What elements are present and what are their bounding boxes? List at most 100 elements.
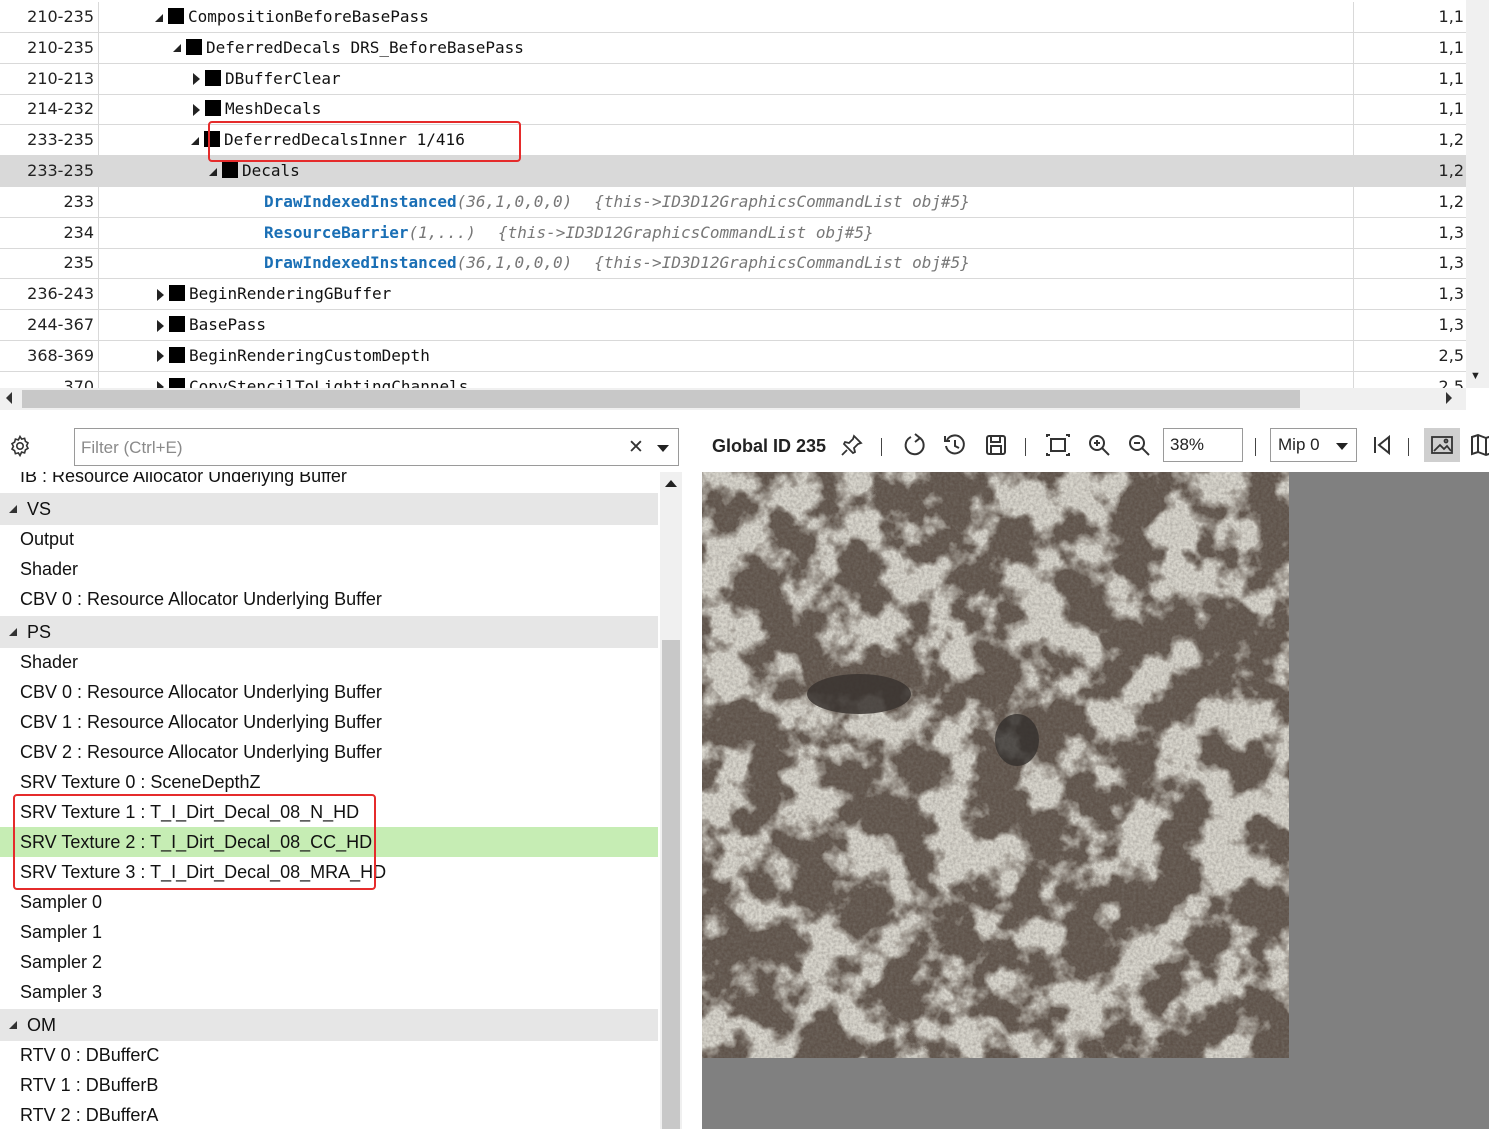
event-row[interactable]: 214-232 MeshDecals 1,1 bbox=[0, 94, 1466, 126]
gear-icon[interactable] bbox=[8, 434, 32, 458]
resource-item[interactable]: Sampler 0 bbox=[0, 887, 658, 917]
event-id: 214-232 bbox=[0, 94, 99, 125]
fit-icon[interactable] bbox=[1045, 432, 1071, 458]
resource-item[interactable]: SRV Texture 0 : SceneDepthZ bbox=[0, 767, 658, 797]
marker-color-icon bbox=[169, 346, 185, 363]
scroll-left-arrow-icon[interactable] bbox=[6, 392, 12, 404]
zoom-in-icon[interactable] bbox=[1086, 432, 1112, 458]
collapse-icon[interactable] bbox=[9, 628, 17, 636]
texture-dark-patch bbox=[995, 714, 1039, 766]
toolbar-separator bbox=[1255, 438, 1256, 456]
resource-group-header[interactable]: VS bbox=[0, 493, 658, 525]
texture-dark-patch bbox=[807, 674, 911, 714]
zoom-field[interactable]: 38% bbox=[1163, 428, 1243, 462]
event-row[interactable]: 233 DrawIndexedInstanced(36,1,0,0,0) {this… bbox=[0, 186, 1466, 218]
marker-color-icon bbox=[205, 69, 221, 86]
pin-icon[interactable] bbox=[839, 432, 865, 458]
resource-scroll-thumb[interactable] bbox=[662, 640, 680, 1129]
resource-list[interactable]: IB : Resource Allocator Underlying Buffe… bbox=[0, 472, 660, 1129]
resource-item[interactable]: Output bbox=[0, 524, 658, 554]
expand-icon[interactable] bbox=[193, 73, 200, 86]
map-icon[interactable] bbox=[1469, 432, 1489, 458]
event-name: BeginRenderingGBuffer bbox=[157, 279, 391, 309]
resource-item[interactable]: SRV Texture 2 : T_I_Dirt_Decal_08_CC_HD bbox=[0, 827, 658, 857]
event-row[interactable]: 234 ResourceBarrier(1,...) {this->ID3D12Gr… bbox=[0, 217, 1466, 249]
resource-item[interactable]: Shader bbox=[0, 554, 658, 584]
event-tree-vertical-scrollbar[interactable]: ▼ bbox=[1466, 0, 1489, 388]
history-icon[interactable] bbox=[942, 432, 968, 458]
event-tree[interactable]: 210-235 CompositionBeforeBasePass 1,1 210-2… bbox=[0, 0, 1489, 410]
api-call-object: {this->ID3D12GraphicsCommandList obj#5} bbox=[497, 222, 874, 242]
expand-icon[interactable] bbox=[193, 103, 200, 116]
event-row[interactable]: 235 DrawIndexedInstanced(36,1,0,0,0) {this… bbox=[0, 248, 1466, 280]
resource-item[interactable]: CBV 1 : Resource Allocator Underlying Bu… bbox=[0, 707, 658, 737]
resource-group-label: PS bbox=[27, 622, 52, 642]
first-icon[interactable] bbox=[1369, 432, 1395, 458]
event-row[interactable]: 233-235 Decals 1,2 bbox=[0, 156, 1466, 187]
scroll-down-arrow-icon[interactable]: ▼ bbox=[1470, 370, 1481, 382]
event-column-value: 1,2 bbox=[1353, 156, 1466, 186]
filter-input[interactable] bbox=[81, 437, 611, 459]
event-id: 244-367 bbox=[0, 310, 99, 340]
clear-filter-icon[interactable]: ✕ bbox=[628, 436, 644, 459]
event-id: 233-235 bbox=[0, 125, 99, 156]
collapse-icon[interactable] bbox=[9, 1021, 17, 1029]
event-name: MeshDecals bbox=[193, 94, 321, 124]
marker-color-icon bbox=[205, 100, 221, 117]
event-name: BasePass bbox=[157, 310, 266, 340]
refresh-icon[interactable] bbox=[901, 432, 927, 458]
resource-item[interactable]: RTV 0 : DBufferC bbox=[0, 1040, 658, 1070]
resource-group-header[interactable]: OM bbox=[0, 1009, 658, 1041]
resource-item[interactable]: RTV 1 : DBufferB bbox=[0, 1070, 658, 1100]
resource-item[interactable]: CBV 0 : Resource Allocator Underlying Bu… bbox=[0, 584, 658, 614]
marker-label: MeshDecals bbox=[225, 99, 322, 119]
scroll-up-arrow-icon[interactable] bbox=[665, 480, 677, 487]
event-row[interactable]: 233-235 DeferredDecalsInner 1/416 1,2 bbox=[0, 125, 1466, 157]
resource-item[interactable]: RTV 2 : DBufferA bbox=[0, 1100, 658, 1129]
resource-item[interactable]: Shader bbox=[0, 647, 658, 677]
event-id: 233-235 bbox=[0, 156, 99, 186]
resource-item[interactable]: SRV Texture 3 : T_I_Dirt_Decal_08_MRA_HD bbox=[0, 857, 658, 887]
expand-icon[interactable] bbox=[157, 319, 164, 332]
collapse-icon[interactable] bbox=[155, 13, 163, 22]
event-name: DrawIndexedInstanced(36,1,0,0,0) {this->I… bbox=[264, 248, 970, 278]
event-row[interactable]: 236-243 BeginRenderingGBuffer 1,3 bbox=[0, 279, 1466, 311]
image-view-toggle[interactable] bbox=[1424, 428, 1460, 462]
zoom-out-icon[interactable] bbox=[1126, 432, 1152, 458]
texture-viewer[interactable] bbox=[702, 472, 1489, 1129]
filter-dropdown-icon[interactable] bbox=[657, 445, 669, 452]
expand-icon[interactable] bbox=[157, 350, 164, 363]
resource-list-scrollbar[interactable] bbox=[660, 472, 682, 1129]
api-call-args: (36,1,0,0,0) bbox=[456, 191, 573, 211]
mip-select[interactable]: Mip 0 bbox=[1270, 428, 1357, 462]
event-row[interactable]: 210-213 DBufferClear 1,1 bbox=[0, 63, 1466, 95]
toolbar-separator bbox=[881, 438, 882, 456]
resource-item[interactable]: SRV Texture 1 : T_I_Dirt_Decal_08_N_HD bbox=[0, 797, 658, 827]
scroll-right-arrow-icon[interactable] bbox=[1446, 392, 1452, 404]
resource-item[interactable]: Sampler 1 bbox=[0, 917, 658, 947]
marker-label: DeferredDecalsInner 1/416 bbox=[224, 130, 465, 150]
expand-icon[interactable] bbox=[157, 288, 164, 301]
filter-field[interactable]: ✕ bbox=[74, 428, 679, 466]
event-row[interactable]: 368-369 BeginRenderingCustomDepth 2,5 bbox=[0, 340, 1466, 372]
collapse-icon[interactable] bbox=[9, 505, 17, 513]
resource-item[interactable]: Sampler 2 bbox=[0, 947, 658, 977]
collapse-icon[interactable] bbox=[173, 44, 181, 53]
event-tree-horizontal-scrollbar[interactable] bbox=[0, 388, 1466, 410]
event-row[interactable]: 210-235 DeferredDecals DRS_BeforeBasePass… bbox=[0, 32, 1466, 64]
horizontal-scroll-thumb[interactable] bbox=[22, 390, 1300, 408]
save-icon[interactable] bbox=[983, 432, 1009, 458]
resource-item[interactable]: Sampler 3 bbox=[0, 977, 658, 1007]
image-view-icon bbox=[1431, 436, 1453, 454]
resource-item[interactable]: CBV 2 : Resource Allocator Underlying Bu… bbox=[0, 737, 658, 767]
collapse-icon[interactable] bbox=[209, 167, 217, 176]
event-row[interactable]: 210-235 CompositionBeforeBasePass 1,1 bbox=[0, 2, 1466, 33]
collapse-icon[interactable] bbox=[191, 136, 199, 145]
resource-group-header[interactable]: PS bbox=[0, 616, 658, 648]
resource-item[interactable]: CBV 0 : Resource Allocator Underlying Bu… bbox=[0, 677, 658, 707]
marker-color-icon bbox=[169, 316, 185, 332]
event-row[interactable]: 244-367 BasePass 1,3 bbox=[0, 310, 1466, 341]
resource-item[interactable]: IB : Resource Allocator Underlying Buffe… bbox=[0, 472, 658, 491]
api-call-object: {this->ID3D12GraphicsCommandList obj#5} bbox=[594, 253, 970, 273]
marker-color-icon bbox=[169, 285, 185, 302]
